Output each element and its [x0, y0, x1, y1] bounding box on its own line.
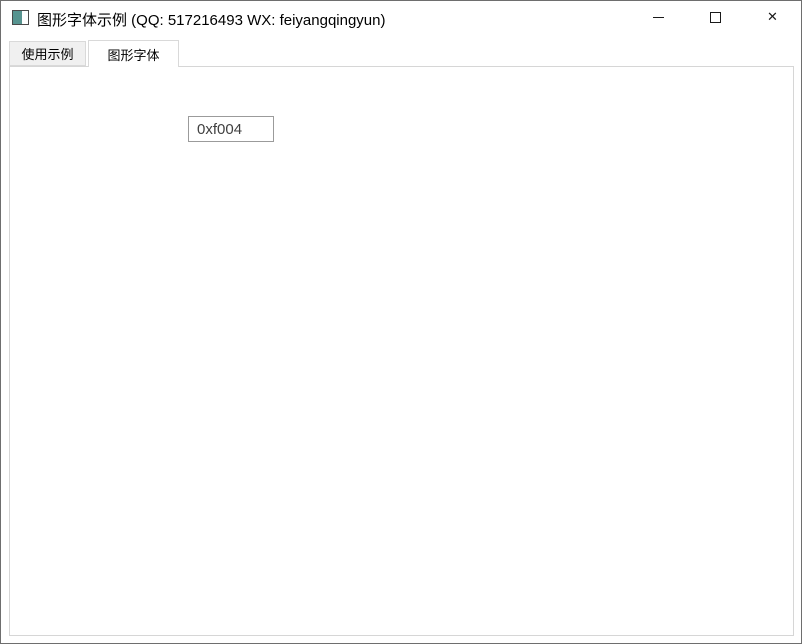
minimize-icon: [653, 17, 664, 18]
maximize-button[interactable]: [687, 1, 744, 33]
tab-label: 使用示例: [21, 44, 73, 63]
icon-code-tooltip: 0xf004: [188, 116, 274, 142]
window-title: 图形字体示例 (QQ: 517216493 WX: feiyangqingyun…: [37, 9, 386, 30]
tab-icon-font[interactable]: 图形字体: [88, 40, 179, 67]
close-icon: ✕: [767, 9, 778, 25]
tab-usage-example[interactable]: 使用示例: [9, 41, 86, 66]
title-bar: 图形字体示例 (QQ: 517216493 WX: feiyangqingyun…: [1, 1, 801, 39]
app-window: 图形字体示例 (QQ: 517216493 WX: feiyangqingyun…: [0, 0, 802, 644]
tab-pane: [9, 66, 794, 636]
window-controls: ✕: [630, 1, 801, 33]
app-icon: [12, 10, 29, 25]
maximize-icon: [710, 12, 721, 23]
minimize-button[interactable]: [630, 1, 687, 33]
tab-label: 图形字体: [107, 45, 159, 64]
close-button[interactable]: ✕: [744, 1, 801, 33]
tooltip-text: 0xf004: [197, 121, 242, 138]
